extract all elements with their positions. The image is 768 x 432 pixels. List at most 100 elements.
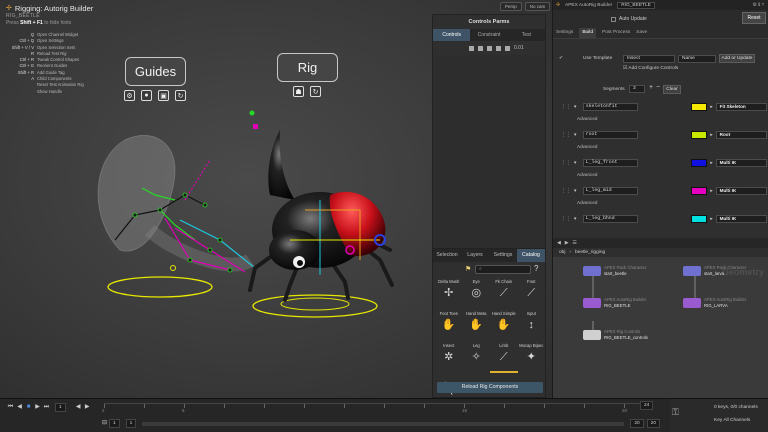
rig-character-icon[interactable]: ☗ (293, 86, 304, 97)
drag-handle-icon[interactable]: ⋮⋮ (561, 189, 571, 194)
catalog-item[interactable]: Foot Toes ✋ (435, 311, 463, 341)
component-type-dropdown[interactable]: Root (715, 131, 767, 139)
network-node[interactable]: APEX Rig Controls RIG_BEETLE_controls (583, 329, 648, 340)
configure-controls-label[interactable]: ☑ Add Configure Controls (623, 66, 678, 71)
catalog-item[interactable]: Limb ⟋ (490, 343, 518, 373)
fps-field[interactable]: 24 (640, 401, 654, 410)
catalog-item[interactable]: Input ↕ (518, 311, 546, 341)
reset-button[interactable]: Reset (742, 12, 766, 24)
range-start-field[interactable]: 1 (109, 419, 120, 428)
key-all-channels-button[interactable]: Key All Channels (714, 418, 750, 423)
header-tools-icon[interactable]: ⚙ ℹ ? (753, 3, 768, 8)
tab-post-process[interactable]: Post Process (602, 28, 630, 38)
key-next-icon[interactable]: ▶ (83, 403, 92, 412)
component-name-field[interactable]: L_leg_bhnd (582, 215, 639, 223)
tab-build[interactable]: Build (579, 28, 597, 38)
node-shape[interactable] (583, 297, 601, 308)
range-slider[interactable] (142, 421, 625, 426)
component-color-swatch[interactable] (691, 159, 708, 167)
play-icon[interactable]: ▶ (33, 403, 42, 412)
expand-icon[interactable]: ▾ (574, 217, 580, 222)
jump-start-icon[interactable]: ⏮ (6, 403, 15, 412)
drag-handle-icon[interactable]: ⋮⋮ (561, 161, 571, 166)
range-end-field-a[interactable]: 20 (630, 419, 644, 428)
stop-icon[interactable]: ■ (24, 403, 33, 412)
rotate-icon[interactable] (478, 45, 483, 51)
component-name-field[interactable]: skeletonfit (582, 103, 639, 111)
component-type-dropdown[interactable]: Fit Skeleton (715, 103, 767, 111)
camera-menu[interactable]: No cam (524, 2, 551, 11)
catalog-item[interactable]: Foot ⟋ (518, 279, 546, 309)
advanced-folder[interactable]: Advanced (577, 116, 597, 121)
catalog-item[interactable]: Leg ✧ (463, 343, 491, 373)
rig-button[interactable]: Rig (277, 53, 338, 82)
network-node[interactable]: APEX Pack Character start_beetle (583, 265, 646, 276)
network-node[interactable]: APEX AutoRig Builder RIG_LARVA (683, 297, 746, 308)
tab-constraint[interactable]: Constraint (470, 29, 507, 41)
current-frame-field[interactable]: 1 (55, 403, 66, 412)
path-obj[interactable]: obj (559, 250, 565, 255)
network-node[interactable]: APEX Pack Character start_larva (683, 265, 746, 276)
drag-handle-icon[interactable]: ⋮⋮ (561, 217, 571, 222)
tab-controls[interactable]: Controls (433, 29, 471, 41)
range-end-start-field[interactable]: 1 (125, 419, 137, 428)
catalog-item[interactable]: Insect ✲ (435, 343, 463, 373)
advanced-folder[interactable]: Advanced (577, 172, 597, 177)
frame-ruler[interactable]: 2 6 16 20 (102, 403, 644, 414)
path-node[interactable]: beetle_rigging (575, 250, 605, 255)
guides-skeleton-icon[interactable]: ⚙ (124, 90, 135, 101)
controls-value[interactable]: 0.01 (514, 45, 524, 51)
reload-rig-components-button[interactable]: Reload Rig Components (437, 382, 543, 393)
guides-dot-icon[interactable]: ● (141, 90, 152, 101)
drag-handle-icon[interactable]: ⋮⋮ (561, 133, 571, 138)
expand-icon[interactable]: ▾ (574, 105, 580, 110)
tab-param-settings[interactable]: Settings (556, 28, 573, 38)
persp-menu[interactable]: Persp (500, 2, 522, 11)
node-name-field[interactable]: RIG_BEETLE (617, 1, 655, 9)
expand-icon[interactable]: ▾ (574, 189, 580, 194)
component-name-field[interactable]: root (582, 131, 639, 139)
drag-handle-icon[interactable]: ⋮⋮ (561, 105, 571, 110)
guides-reload-icon[interactable]: ↻ (175, 90, 186, 101)
catalog-item[interactable]: Delta Mush ✢ (435, 279, 463, 309)
tab-test[interactable]: Test (508, 29, 545, 41)
node-shape[interactable] (683, 265, 701, 276)
tab-save[interactable]: Save (636, 28, 647, 38)
tab-settings[interactable]: Settings (489, 249, 517, 262)
template-dropdown[interactable]: Insect (623, 55, 675, 63)
expand-icon[interactable]: ▾ (574, 133, 580, 138)
step-back-icon[interactable]: ◀ (15, 403, 24, 412)
lock-icon[interactable] (505, 45, 510, 51)
component-color-swatch[interactable] (691, 215, 708, 223)
name-dropdown[interactable]: Name (678, 55, 716, 63)
component-type-dropdown[interactable]: Multi IK (715, 215, 767, 223)
advanced-folder[interactable]: Advanced (577, 200, 597, 205)
catalog-search-input[interactable]: ⌕ (475, 265, 531, 274)
network-menu-icon[interactable]: ☰ (572, 241, 576, 246)
template-check-icon[interactable]: ✔ (559, 56, 563, 61)
catalog-help-icon[interactable]: ? (534, 264, 538, 273)
node-shape[interactable] (583, 265, 601, 276)
expand-icon[interactable]: ▾ (574, 161, 580, 166)
rig-reload-icon[interactable]: ↻ (310, 86, 321, 97)
node-shape[interactable] (583, 329, 601, 340)
component-color-swatch[interactable] (691, 187, 708, 195)
add-segment-icon[interactable]: + (649, 84, 653, 91)
component-name-field[interactable]: L_leg_front (582, 159, 639, 167)
translate-icon[interactable] (469, 45, 474, 51)
remove-segment-icon[interactable]: − (656, 84, 660, 91)
network-editor[interactable]: Geometry APEX Pack Character start_beetle… (553, 257, 768, 398)
segments-field[interactable]: 3 (629, 85, 645, 93)
filter-icon[interactable]: ⚑ (465, 265, 471, 273)
forward-icon[interactable]: ▶ (565, 241, 569, 246)
node-shape[interactable] (683, 297, 701, 308)
guides-frame-icon[interactable]: ▣ (158, 90, 169, 101)
catalog-item[interactable]: Hand Meta ✋ (463, 311, 491, 341)
catalog-item[interactable]: Mocap Bipec ✦ (518, 343, 546, 373)
component-color-swatch[interactable] (691, 131, 708, 139)
catalog-item[interactable]: Fk Chain ⟋ (490, 279, 518, 309)
pivot-icon[interactable] (496, 45, 501, 51)
scale-icon[interactable] (487, 45, 492, 51)
catalog-item[interactable]: Eye ◎ (463, 279, 491, 309)
add-or-update-button[interactable]: Add or Update (719, 54, 755, 63)
